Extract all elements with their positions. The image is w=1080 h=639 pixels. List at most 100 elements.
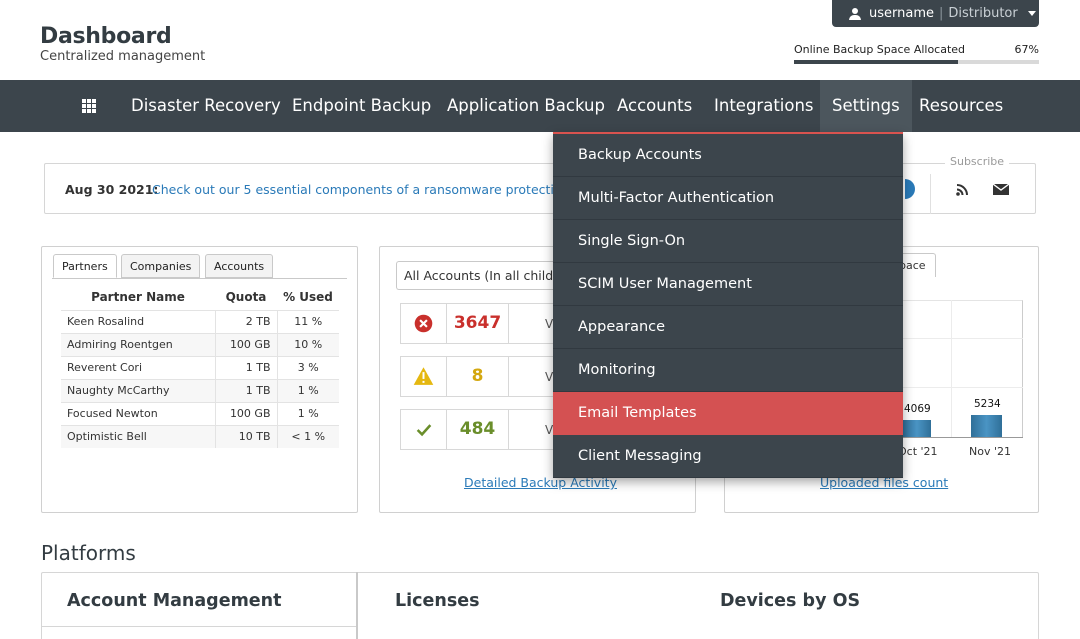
partner-name: Optimistic Bell: [61, 424, 215, 448]
tab-accounts[interactable]: Accounts: [205, 254, 274, 278]
partner-quota: 100 GB: [214, 332, 277, 356]
menu-item-monitoring[interactable]: Monitoring: [553, 349, 903, 392]
nav-disaster-recovery[interactable]: Disaster Recovery: [131, 80, 281, 132]
settings-dropdown-menu: Backup Accounts Multi-Factor Authenticat…: [553, 132, 903, 478]
nav-settings[interactable]: Settings: [820, 80, 912, 132]
error-icon: [414, 304, 447, 343]
table-row[interactable]: Optimistic Bell 10 TB < 1 %: [61, 424, 339, 448]
tab-underline: [52, 278, 347, 279]
col-quota: Quota: [225, 290, 267, 305]
stat-label: V: [545, 370, 554, 384]
tab-partners[interactable]: Partners: [53, 254, 117, 278]
menu-item-email-templates[interactable]: Email Templates: [553, 392, 903, 435]
partners-table: Partner Name Quota % Used Keen Rosalind 2…: [61, 285, 339, 448]
menu-item-multi-factor-authentication[interactable]: Multi-Factor Authentication: [553, 177, 903, 220]
apps-grid-icon[interactable]: [82, 99, 96, 113]
nav-resources[interactable]: Resources: [919, 80, 1003, 132]
warning-icon: [413, 357, 447, 396]
success-count: 484: [447, 410, 509, 449]
mail-icon[interactable]: [993, 184, 1009, 195]
nav-accounts[interactable]: Accounts: [617, 80, 692, 132]
partner-name: Admiring Roentgen: [61, 332, 215, 356]
caret-down-icon: [1027, 11, 1036, 16]
stat-warnings[interactable]: 8 V: [400, 356, 560, 397]
table-row[interactable]: Naughty McCarthy 1 TB 1 %: [61, 378, 339, 402]
space-progress-fill: [794, 60, 959, 64]
stat-errors[interactable]: 3647 V: [400, 303, 560, 344]
user-role: Distributor: [948, 6, 1018, 21]
partner-used: 3 %: [276, 355, 339, 379]
x-label-oct: Oct '21: [898, 445, 938, 458]
bar-oct: [903, 420, 931, 437]
partner-used: 10 %: [276, 332, 339, 356]
tab-companies[interactable]: Companies: [121, 254, 201, 278]
bar-label-nov: 5234: [974, 398, 1001, 410]
error-count: 3647: [447, 304, 509, 343]
chart-x-axis: [903, 437, 1023, 438]
x-label-nov: Nov '21: [969, 445, 1011, 458]
partner-used: 1 %: [276, 378, 339, 402]
account-management-title: Account Management: [67, 591, 282, 611]
menu-item-appearance[interactable]: Appearance: [553, 306, 903, 349]
licenses-title: Licenses: [395, 591, 480, 611]
announcement-date: Aug 30 2021:: [65, 182, 159, 197]
partner-name: Naughty McCarthy: [61, 378, 215, 402]
page-title: Dashboard: [40, 24, 172, 49]
table-row[interactable]: Reverent Cori 1 TB 3 %: [61, 355, 339, 379]
platforms-divider: [356, 572, 358, 639]
platforms-box: Account Management Licenses Devices by O…: [41, 572, 1039, 639]
announcement-link[interactable]: Check out our 5 essential components of …: [152, 182, 569, 197]
partner-name: Keen Rosalind: [61, 309, 215, 333]
nav-integrations[interactable]: Integrations: [714, 80, 814, 132]
devices-by-os-title: Devices by OS: [720, 591, 861, 611]
chart-gridline: [951, 300, 952, 438]
nav-endpoint-backup[interactable]: Endpoint Backup: [292, 80, 431, 132]
user-separator: |: [939, 6, 944, 21]
user-icon: [848, 7, 862, 20]
account-filter-select[interactable]: All Accounts (In all child r: [396, 261, 566, 290]
warning-count: 8: [447, 357, 509, 396]
partner-quota: 1 TB: [214, 355, 277, 379]
partner-quota: 1 TB: [214, 378, 277, 402]
partner-quota: 100 GB: [214, 401, 277, 425]
partner-name: Reverent Cori: [61, 355, 215, 379]
menu-item-client-messaging[interactable]: Client Messaging: [553, 435, 903, 478]
nav-application-backup[interactable]: Application Backup: [447, 80, 605, 132]
chart-gridline: [903, 338, 1023, 339]
subscribe-divider: [930, 174, 931, 214]
menu-item-scim-user-management[interactable]: SCIM User Management: [553, 263, 903, 306]
space-allocated-label: Online Backup Space Allocated: [794, 43, 966, 56]
chart-frame: [903, 300, 1023, 438]
user-menu-button[interactable]: username | Distributor: [832, 0, 1039, 27]
partner-quota: 10 TB: [214, 424, 277, 448]
menu-item-single-sign-on[interactable]: Single Sign-On: [553, 220, 903, 263]
partner-quota: 2 TB: [214, 309, 277, 333]
table-row[interactable]: Admiring Roentgen 100 GB 10 %: [61, 332, 339, 356]
platforms-underline: [42, 626, 356, 627]
partner-used: 1 %: [276, 401, 339, 425]
username-label: username: [869, 6, 934, 21]
table-row[interactable]: Keen Rosalind 2 TB 11 %: [61, 309, 339, 333]
col-percent-used: % Used: [283, 290, 333, 305]
page-subtitle: Centralized management: [40, 49, 206, 64]
bar-nov: [971, 415, 1002, 437]
partner-used: < 1 %: [276, 424, 339, 448]
checkmark-icon: [416, 410, 447, 449]
chart-gridline: [903, 387, 1023, 388]
partner-name: Focused Newton: [61, 401, 215, 425]
stat-success[interactable]: 484 V: [400, 409, 560, 450]
menu-item-backup-accounts[interactable]: Backup Accounts: [553, 134, 903, 177]
space-progress-bar: [794, 60, 1039, 64]
stat-label: V: [545, 317, 554, 331]
rss-icon[interactable]: [956, 183, 969, 196]
carousel-indicator[interactable]: [905, 179, 915, 199]
bar-label-oct: 4069: [904, 403, 931, 415]
stat-label: V: [545, 423, 554, 437]
table-row[interactable]: Focused Newton 100 GB 1 %: [61, 401, 339, 425]
main-nav: Disaster Recovery Endpoint Backup Applic…: [0, 80, 1080, 132]
platforms-heading: Platforms: [41, 541, 136, 565]
space-allocated-percent: 67%: [1014, 43, 1039, 56]
partner-used: 11 %: [276, 309, 339, 333]
col-partner-name: Partner Name: [91, 290, 185, 305]
subscribe-label: Subscribe: [945, 155, 1010, 168]
